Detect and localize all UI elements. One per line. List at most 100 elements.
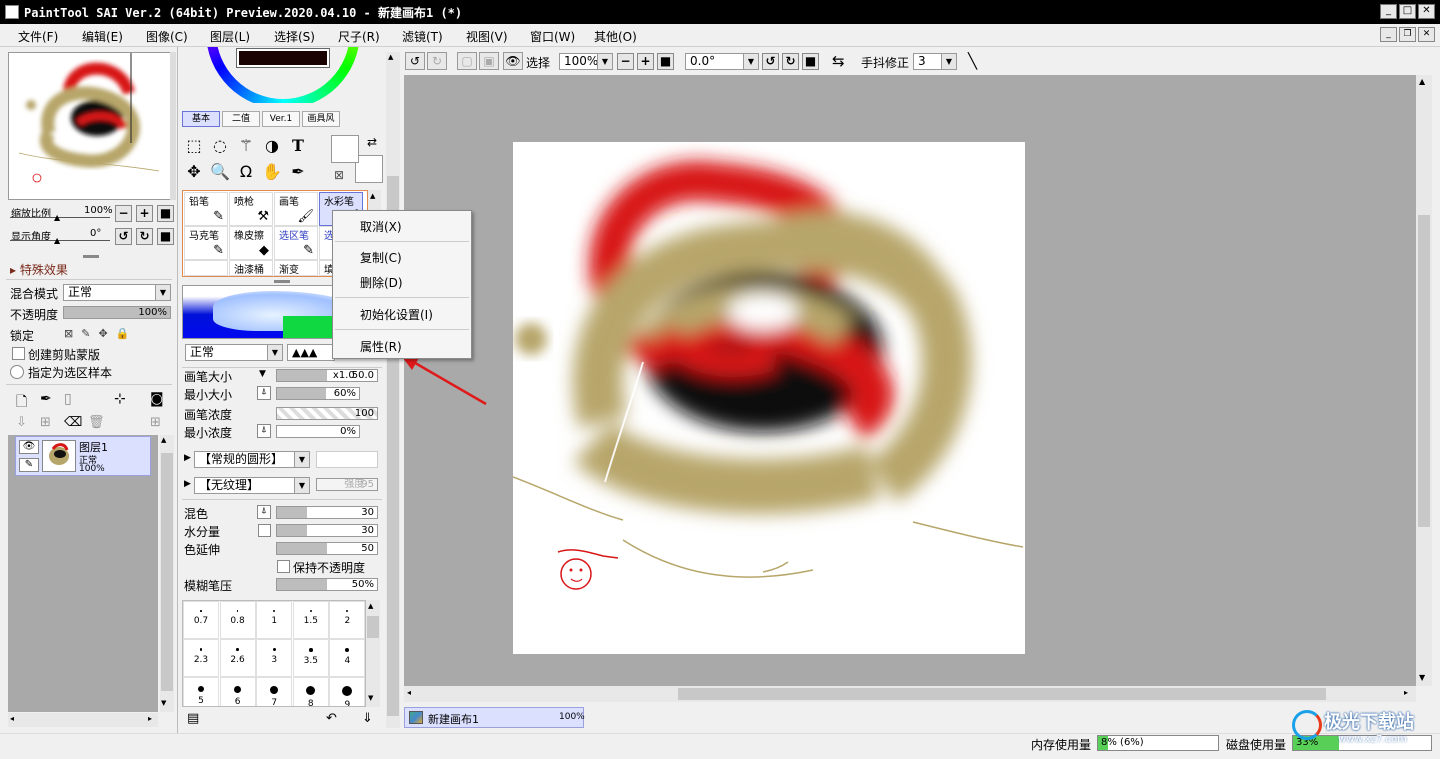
merge-down-icon[interactable]: ⇩ <box>16 415 27 430</box>
min-density-slider[interactable]: 0% <box>276 425 360 438</box>
move-icon[interactable]: ✥ <box>182 160 206 183</box>
selection-sample-radio[interactable] <box>10 365 24 379</box>
toolbar-rotate-right[interactable]: ↻ <box>782 53 799 70</box>
selection-visibility-toggle[interactable]: 👁 <box>503 52 523 70</box>
scroll-up-icon[interactable]: ▲ <box>370 192 375 200</box>
scroll-right-icon[interactable]: ▸ <box>148 714 152 723</box>
canvas-hscrollbar[interactable]: ◂ ▸ <box>404 686 1416 702</box>
scroll-right-icon[interactable]: ▸ <box>1404 688 1408 697</box>
mask-icon[interactable]: ◙ <box>150 391 164 407</box>
stabilizer-select[interactable]: 3 ▼ <box>913 53 957 70</box>
brush-shape-select[interactable]: 【常规的圆形】 ▼ <box>194 451 310 468</box>
flip-horizontal-icon[interactable]: ⇆ <box>832 52 845 70</box>
brush-size-cell[interactable]: 2 <box>329 601 365 639</box>
brush-gradient[interactable]: 渐变 <box>274 260 318 276</box>
canvas-viewport[interactable] <box>404 75 1416 686</box>
zoom-tool-icon[interactable]: 🔍 <box>208 160 232 183</box>
shape-icon[interactable]: ◑ <box>260 134 284 157</box>
brush-empty-slot[interactable] <box>184 260 228 276</box>
menu-view[interactable]: 视图(V) <box>466 28 508 45</box>
keep-opacity-checkbox[interactable] <box>277 560 290 573</box>
effects-expander[interactable]: ▸ 特殊效果 <box>10 261 68 278</box>
brush-size-cell[interactable]: 1.5 <box>292 601 329 639</box>
text-icon[interactable]: T <box>286 134 310 157</box>
toolbar-rotate-reset[interactable]: ■ <box>802 53 819 70</box>
deselect-button[interactable]: ▢ <box>457 52 477 70</box>
save-brush-icon[interactable]: ⇓ <box>362 711 373 726</box>
scroll-thumb[interactable] <box>678 688 1326 700</box>
lasso-icon[interactable]: ◌ <box>208 134 232 157</box>
menu-filter[interactable]: 滤镜(T) <box>402 28 443 45</box>
zoom-in-button[interactable]: + <box>136 205 153 222</box>
doc-close-button[interactable]: ✕ <box>1418 27 1435 42</box>
hand-icon[interactable]: ✋ <box>260 160 284 183</box>
size-grid-scrollbar[interactable]: ▲ ▼ <box>366 600 380 707</box>
pressure-blend-toggle[interactable]: ⍋ <box>257 505 271 519</box>
panel-splitter[interactable] <box>83 255 99 258</box>
brush-size-cell[interactable]: 8 <box>292 677 329 706</box>
close-button[interactable]: ✕ <box>1418 4 1435 19</box>
rotate-right-button[interactable]: ↻ <box>136 228 153 245</box>
brush-size-cell[interactable]: 2.3 <box>183 639 219 677</box>
layer-list-hscrollbar[interactable]: ◂ ▸ <box>8 713 158 727</box>
scroll-left-icon[interactable]: ◂ <box>407 688 411 697</box>
context-menu-cancel[interactable]: 取消(X) <box>360 218 402 235</box>
zoom-out-button[interactable]: − <box>115 205 132 222</box>
menu-edit[interactable]: 编辑(E) <box>82 28 123 45</box>
duplicate-icon[interactable]: ⊞ <box>40 415 51 430</box>
undo-button[interactable]: ↺ <box>405 52 425 70</box>
scroll-up-icon[interactable]: ▲ <box>1419 77 1425 86</box>
new-linework-layer-icon[interactable]: ✒ <box>40 391 52 407</box>
blur-pressure-slider[interactable]: 50% <box>276 578 378 591</box>
tab-ver1[interactable]: Ver.1 <box>262 111 300 127</box>
menu-image[interactable]: 图像(C) <box>146 28 188 45</box>
pressure-size-toggle[interactable]: ⍋ <box>257 386 271 400</box>
scroll-thumb[interactable] <box>161 453 173 691</box>
blend-slider[interactable]: 30 <box>276 506 378 519</box>
brush-size-cell[interactable]: 2.6 <box>219 639 256 677</box>
stretch-slider[interactable]: 50 <box>276 542 378 555</box>
clear-layer-icon[interactable]: ⌫ <box>64 415 82 430</box>
brush-texture-select[interactable]: 【无纹理】 ▼ <box>194 477 310 494</box>
brush-size-cell[interactable]: 9 <box>329 677 365 706</box>
lock-transparency-icon[interactable]: ⊠ <box>64 327 81 340</box>
zoom-select[interactable]: 100% ▼ <box>559 53 613 70</box>
straight-line-icon[interactable]: ╲ <box>968 52 977 70</box>
min-size-slider[interactable]: 60% <box>276 387 360 400</box>
magic-wand-icon[interactable]: ⚚ <box>234 134 258 157</box>
minimize-button[interactable]: _ <box>1380 4 1397 19</box>
scroll-thumb[interactable] <box>367 616 379 638</box>
new-layer-icon[interactable]: 🗋 <box>16 391 27 415</box>
context-menu-reset-settings[interactable]: 初始化设置(I) <box>360 306 433 323</box>
brush-brush[interactable]: 画笔 🖌 <box>274 192 318 226</box>
brush-selection-pen[interactable]: 选区笔 ✎ <box>274 226 318 260</box>
rect-select-icon[interactable]: ⬚ <box>182 134 206 157</box>
brush-density-slider[interactable]: 100 <box>276 407 378 420</box>
menu-select[interactable]: 选择(S) <box>274 28 315 45</box>
doc-minimize-button[interactable]: _ <box>1380 27 1397 42</box>
lock-all-icon[interactable]: 🔒 <box>116 327 138 340</box>
context-menu-delete[interactable]: 删除(D) <box>360 274 403 291</box>
texture-expander-icon[interactable]: ▶ <box>184 479 191 489</box>
brush-size-cell[interactable]: 3.5 <box>292 639 329 677</box>
brush-size-cell[interactable]: 6 <box>219 677 256 706</box>
brush-size-cell[interactable]: 5 <box>183 677 219 706</box>
scroll-thumb[interactable] <box>1418 215 1430 527</box>
delete-layer-icon[interactable]: 🗑 <box>88 415 105 430</box>
angle-select[interactable]: 0.0° ▼ <box>685 53 759 70</box>
zoom-reset-button[interactable]: ■ <box>157 205 174 222</box>
opacity-slider[interactable]: 100% <box>63 306 171 319</box>
scroll-left-icon[interactable]: ◂ <box>10 714 14 723</box>
texture-strength-slider[interactable]: 强度95 <box>316 478 378 491</box>
brush-pencil[interactable]: 铅笔 ✎ <box>184 192 228 226</box>
zoom-slider-thumb[interactable]: ▲ <box>54 213 60 222</box>
toolbar-rotate-left[interactable]: ↺ <box>762 53 779 70</box>
brush-tip-shapes[interactable]: ▲▲▲ <box>287 344 335 361</box>
brush-size-cell[interactable]: 7 <box>256 677 293 706</box>
brush-size-cell[interactable]: 3 <box>256 639 293 677</box>
toolbar-zoom-in[interactable]: + <box>637 53 654 70</box>
menu-other[interactable]: 其他(O) <box>594 28 637 45</box>
pressure-density-toggle[interactable]: ⍋ <box>257 424 271 438</box>
scroll-up-icon[interactable]: ▲ <box>388 53 393 61</box>
context-menu-copy[interactable]: 复制(C) <box>360 249 402 266</box>
